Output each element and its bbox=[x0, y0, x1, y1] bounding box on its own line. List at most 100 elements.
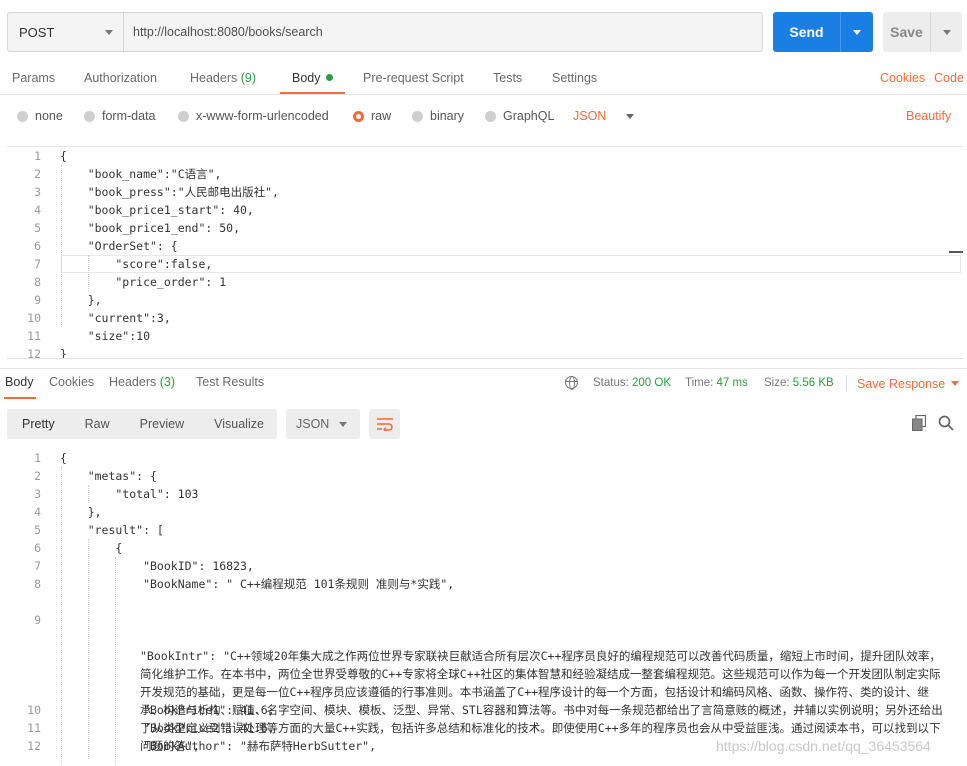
radio-graphql[interactable]: GraphQL bbox=[485, 104, 554, 128]
code-line: 2 "book_name":"C语言", bbox=[7, 165, 963, 183]
view-preview-button[interactable]: Preview bbox=[125, 417, 199, 431]
chevron-down-icon bbox=[951, 381, 960, 386]
line-number: 1 bbox=[34, 451, 41, 465]
code-text: "book_price1_start": 40, bbox=[60, 203, 254, 217]
url-input[interactable]: http://localhost:8080/books/search bbox=[124, 13, 762, 51]
line-number: 4 bbox=[34, 203, 41, 217]
line-number: 11 bbox=[27, 329, 41, 343]
line-number: 9 bbox=[34, 613, 41, 627]
beautify-link[interactable]: Beautify bbox=[906, 109, 951, 123]
status-readout: Status: 200 OK bbox=[593, 377, 671, 389]
line-number: 10 bbox=[27, 311, 41, 325]
code-line: 3 "book_press":"人民邮电出版社", bbox=[7, 183, 963, 201]
code-line: 9 }, bbox=[7, 291, 963, 309]
save-response-button[interactable]: Save Response bbox=[857, 377, 960, 391]
search-icon[interactable] bbox=[938, 415, 954, 431]
response-format-select[interactable]: JSON bbox=[286, 409, 360, 439]
line-number: 6 bbox=[34, 239, 41, 253]
response-view-group: Pretty Raw Preview Visualize bbox=[7, 409, 277, 439]
radio-binary[interactable]: binary bbox=[412, 104, 464, 128]
tab-headers[interactable]: Headers (9) bbox=[190, 64, 256, 94]
line-number: 3 bbox=[34, 185, 41, 199]
code-line: 1{ bbox=[7, 449, 963, 467]
radio-none[interactable]: none bbox=[17, 104, 63, 128]
response-tab-body[interactable]: Body bbox=[5, 375, 34, 389]
code-text: { bbox=[60, 149, 67, 163]
radio-graphql-label: GraphQL bbox=[503, 109, 555, 123]
chevron-down-icon bbox=[626, 113, 635, 119]
view-visualize-button[interactable]: Visualize bbox=[199, 417, 279, 431]
code-text: "result": [ bbox=[60, 523, 164, 537]
chevron-down-icon bbox=[942, 29, 951, 35]
time-value: 47 ms bbox=[716, 377, 748, 389]
radio-form-data[interactable]: form-data bbox=[84, 104, 156, 128]
method-label: POST bbox=[19, 24, 55, 40]
code-text: "BookName": " C++编程规范 101条规则 准则与*实践", bbox=[60, 577, 455, 591]
radio-raw-label: raw bbox=[371, 109, 392, 123]
response-body-viewer[interactable]: 1{ 2 "metas": { 3 "total": 103 4 }, 5 "r… bbox=[7, 449, 963, 766]
save-button[interactable]: Save bbox=[883, 12, 962, 52]
send-label: Send bbox=[773, 12, 841, 52]
code-line: 4 }, bbox=[7, 503, 963, 521]
code-line: 5 "result": [ bbox=[7, 521, 963, 539]
divider bbox=[0, 94, 967, 95]
response-tab-headers-label: Headers bbox=[109, 375, 157, 389]
code-line: 11 "BookPrice2": 41.6, bbox=[7, 719, 963, 737]
tab-authorization[interactable]: Authorization bbox=[84, 64, 157, 94]
tab-tests[interactable]: Tests bbox=[493, 64, 522, 94]
code-line: 10 "current":3, bbox=[7, 309, 963, 327]
code-line: 12} bbox=[7, 345, 963, 358]
line-number: 11 bbox=[27, 721, 41, 735]
size-label: Size: bbox=[764, 377, 790, 389]
chevron-down-icon bbox=[105, 29, 113, 35]
request-tabs: Params Authorization Headers (9) Body Pr… bbox=[0, 64, 967, 94]
save-dropdown[interactable] bbox=[931, 12, 962, 52]
code-line: 7 "score":false, bbox=[7, 255, 963, 273]
code-text: "book_price1_end": 50, bbox=[60, 221, 241, 235]
response-tab-headers[interactable]: Headers (3) bbox=[109, 375, 175, 389]
line-number: 7 bbox=[34, 257, 41, 271]
save-response-label: Save Response bbox=[857, 377, 946, 391]
tab-body[interactable]: Body bbox=[280, 64, 345, 94]
line-number: 5 bbox=[34, 523, 41, 537]
copy-icon[interactable] bbox=[912, 415, 926, 431]
size-value: 5.56 KB bbox=[792, 377, 834, 389]
wrap-lines-button[interactable] bbox=[369, 409, 400, 439]
radio-raw[interactable]: raw bbox=[353, 104, 391, 128]
tab-headers-label: Headers bbox=[190, 71, 238, 85]
response-tab-cookies[interactable]: Cookies bbox=[49, 375, 94, 389]
code-line: 1{ bbox=[7, 147, 963, 165]
code-text: "size":10 bbox=[60, 329, 151, 343]
tab-prerequest-script[interactable]: Pre-request Script bbox=[363, 64, 464, 94]
code-text: "book_name":"C语言", bbox=[60, 167, 222, 181]
watermark: https://blog.csdn.net/qq_36453564 bbox=[716, 738, 931, 754]
radio-icon bbox=[485, 110, 496, 122]
method-select[interactable]: POST bbox=[8, 13, 124, 51]
response-tab-test-results[interactable]: Test Results bbox=[196, 375, 264, 389]
response-format-label: JSON bbox=[296, 417, 330, 431]
code-text: "metas": { bbox=[60, 469, 157, 483]
code-text: "book_press":"人民邮电出版社", bbox=[60, 185, 279, 199]
view-raw-button[interactable]: Raw bbox=[70, 417, 125, 431]
radio-icon bbox=[412, 110, 423, 122]
line-number: 2 bbox=[34, 469, 41, 483]
tab-settings[interactable]: Settings bbox=[552, 64, 597, 94]
radio-form-data-label: form-data bbox=[102, 109, 156, 123]
tab-params[interactable]: Params bbox=[12, 64, 55, 94]
code-text: "BookPrice1": 41.6, bbox=[60, 703, 275, 717]
code-line: 6 "OrderSet": { bbox=[7, 237, 963, 255]
code-text: { bbox=[60, 451, 67, 465]
code-text: "OrderSet": { bbox=[60, 239, 178, 253]
globe-icon[interactable] bbox=[565, 376, 578, 390]
cookies-link[interactable]: Cookies bbox=[880, 71, 925, 85]
active-tab-underline bbox=[4, 397, 36, 399]
code-text: "total": 103 bbox=[60, 487, 199, 501]
body-format-select[interactable]: JSON bbox=[573, 104, 635, 128]
send-button[interactable]: Send bbox=[773, 12, 873, 52]
radio-selected-icon bbox=[353, 110, 364, 122]
code-link[interactable]: Code bbox=[934, 71, 964, 85]
view-pretty-button[interactable]: Pretty bbox=[7, 417, 70, 431]
request-body-editor[interactable]: 1{ 2 "book_name":"C语言", 3 "book_press":"… bbox=[7, 146, 963, 359]
send-dropdown[interactable] bbox=[841, 12, 873, 52]
radio-urlencoded[interactable]: x-www-form-urlencoded bbox=[178, 104, 329, 128]
